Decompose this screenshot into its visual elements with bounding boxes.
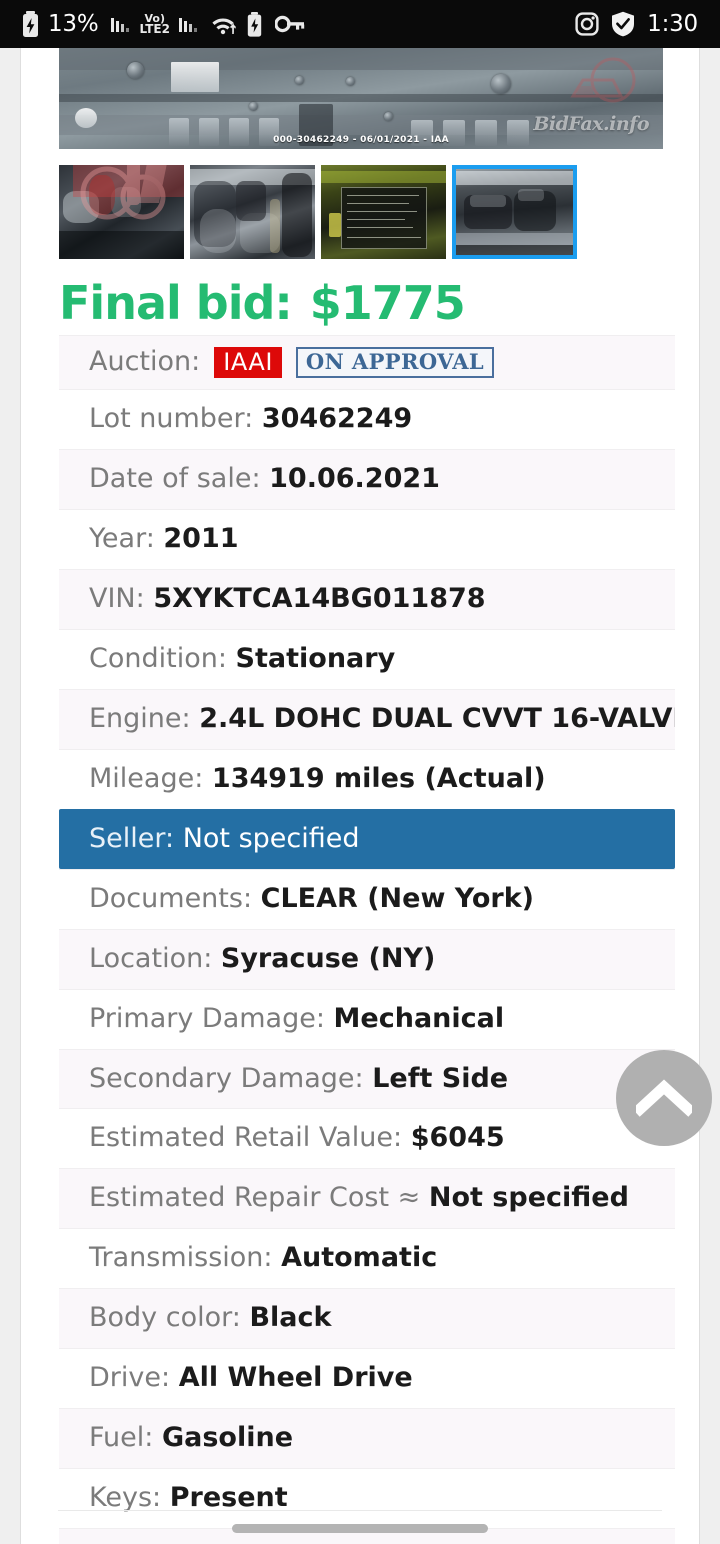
network-type-label: LTE2 — [139, 22, 170, 36]
spec-row-auction: Auction: IAAI ON APPROVAL — [59, 335, 675, 390]
spec-label: Auction: — [89, 346, 201, 378]
spec-row-mileage: Mileage: 134919 miles (Actual) — [59, 748, 675, 809]
spec-row-transmission: Transmission: Automatic — [59, 1228, 675, 1289]
instagram-icon — [575, 12, 599, 36]
spec-value: Black — [249, 1302, 332, 1334]
spec-label: Lot number: — [89, 403, 254, 435]
final-bid-heading: Final bid: $1775 — [59, 279, 699, 327]
spec-row-secondary-damage: Secondary Damage: Left Side — [59, 1048, 675, 1109]
spec-label: Transmission: — [89, 1242, 273, 1274]
final-bid-label: Final bid: — [59, 276, 293, 330]
spec-value: Automatic — [281, 1242, 438, 1274]
spec-value: Not specified — [428, 1182, 629, 1214]
vpn-key-icon — [274, 15, 305, 33]
auction-stamp-icon — [570, 57, 636, 103]
spec-value: Gasoline — [161, 1422, 294, 1454]
spec-value: Stationary — [235, 642, 396, 674]
chevron-up-icon — [636, 1079, 692, 1117]
spec-label: Estimated Retail Value: — [89, 1122, 403, 1154]
battery-charging-icon — [22, 11, 39, 37]
spec-label: Date of sale: — [89, 463, 261, 495]
spec-value: 30462249 — [261, 403, 413, 435]
battery-saver-icon — [247, 11, 262, 37]
spec-value: Syracuse (NY) — [220, 942, 436, 974]
spec-row-estimated-retail-value: Estimated Retail Value: $6045 — [59, 1108, 675, 1169]
spec-value: CLEAR (New York) — [260, 882, 535, 914]
clock-label: 1:30 — [647, 10, 698, 37]
spec-value: 10.06.2021 — [269, 463, 440, 495]
spec-row-keys: Keys: Present — [59, 1468, 675, 1529]
spec-label: Body color: — [89, 1302, 241, 1334]
browser-viewport[interactable]: BidFax.info 000-30462249 - 06/01/2021 - … — [0, 48, 720, 1544]
spec-value: 2011 — [163, 523, 239, 555]
spec-label: Keys: — [89, 1482, 162, 1514]
spec-row-date-of-sale: Date of sale: 10.06.2021 — [59, 449, 675, 510]
status-bar: 13% Vo) LTE2 1:30 — [0, 0, 720, 48]
spec-label: Primary Damage: — [89, 1002, 325, 1034]
spec-value: Mechanical — [333, 1002, 505, 1034]
spec-label: Documents: — [89, 882, 253, 914]
hero-photo-caption: 000-30462249 - 06/01/2021 - IAA — [273, 135, 449, 145]
spec-value: 5XYKTCA14BG011878 — [153, 583, 486, 615]
phone-screen: 13% Vo) LTE2 1:30 BidFax.info 000-304622… — [0, 0, 720, 1544]
spec-value: Present — [169, 1482, 288, 1514]
spec-row-primary-damage: Primary Damage: Mechanical — [59, 988, 675, 1049]
volte-icon: Vo) LTE2 — [140, 13, 170, 35]
spec-row-engine: Engine: 2.4L DOHC DUAL CVVT 16-VALVE — [59, 688, 675, 749]
spec-label: Condition: — [89, 642, 227, 674]
spec-row-documents: Documents: CLEAR (New York) — [59, 868, 675, 929]
spec-row-seller: Seller: Not specified — [59, 808, 675, 869]
page-content: BidFax.info 000-30462249 - 06/01/2021 - … — [20, 48, 700, 1544]
thumbnail-dashboard[interactable] — [59, 165, 184, 259]
shield-check-icon — [611, 11, 635, 37]
badge-iaai[interactable]: IAAI — [214, 347, 282, 379]
spec-label: Estimated Repair Cost ≈ — [89, 1182, 421, 1214]
thumbnail-strip — [59, 165, 661, 259]
thumbnail-rear-seats[interactable] — [190, 165, 315, 259]
spec-value: All Wheel Drive — [178, 1362, 413, 1394]
bidfax-watermark: BidFax.info — [533, 113, 649, 135]
spec-label: Year: — [89, 523, 155, 555]
spec-row-drive: Drive: All Wheel Drive — [59, 1348, 675, 1409]
spec-value: Not specified — [182, 822, 360, 854]
spec-label: Secondary Damage: — [89, 1062, 364, 1094]
spec-row-year: Year: 2011 — [59, 509, 675, 570]
spec-row-condition: Condition: Stationary — [59, 628, 675, 689]
spec-row-lot-number: Lot number: 30462249 — [59, 389, 675, 450]
spec-label: Seller: — [89, 822, 175, 854]
thumbnail-engine-bay[interactable] — [452, 165, 577, 259]
scroll-to-top-button[interactable] — [616, 1050, 712, 1146]
final-bid-amount: $1775 — [309, 276, 466, 330]
status-bar-left-group: 13% Vo) LTE2 — [22, 11, 305, 37]
spec-label: Mileage: — [89, 762, 204, 794]
photo-gallery: BidFax.info 000-30462249 - 06/01/2021 - … — [21, 48, 699, 259]
footer-divider — [58, 1510, 662, 1511]
battery-percent-label: 13% — [48, 10, 99, 37]
spec-row-fuel: Fuel: Gasoline — [59, 1408, 675, 1469]
spec-label: Fuel: — [89, 1422, 154, 1454]
thumbnail-vin-label[interactable] — [321, 165, 446, 259]
spec-value: $6045 — [410, 1122, 505, 1154]
signal-bars-icon — [110, 12, 131, 36]
spec-value: 2.4L DOHC DUAL CVVT 16-VALVE — [199, 702, 675, 734]
badge-on-approval[interactable]: ON APPROVAL — [295, 347, 495, 379]
spec-row-location: Location: Syracuse (NY) — [59, 928, 675, 989]
spec-label: Drive: — [89, 1362, 171, 1394]
spec-row-vin: VIN: 5XYKTCA14BG011878 — [59, 569, 675, 629]
status-bar-right-group: 1:30 — [575, 11, 698, 37]
spec-value: 134919 miles (Actual) — [211, 762, 546, 794]
spec-row-estimated-repair-cost: Estimated Repair Cost ≈ Not specified — [59, 1168, 675, 1229]
signal-bars-icon-secondary — [178, 12, 199, 36]
wifi-icon — [212, 12, 238, 36]
spec-value: Left Side — [372, 1062, 509, 1094]
vehicle-spec-table: Auction: IAAI ON APPROVAL Lot number: 30462… — [59, 335, 675, 1544]
spec-label: Engine: — [89, 702, 191, 734]
spec-label: Location: — [89, 942, 213, 974]
home-indicator[interactable] — [232, 1524, 488, 1533]
spec-row-body-color: Body color: Black — [59, 1288, 675, 1349]
spec-label: VIN: — [89, 583, 145, 615]
hero-photo[interactable]: BidFax.info 000-30462249 - 06/01/2021 - … — [59, 48, 663, 149]
